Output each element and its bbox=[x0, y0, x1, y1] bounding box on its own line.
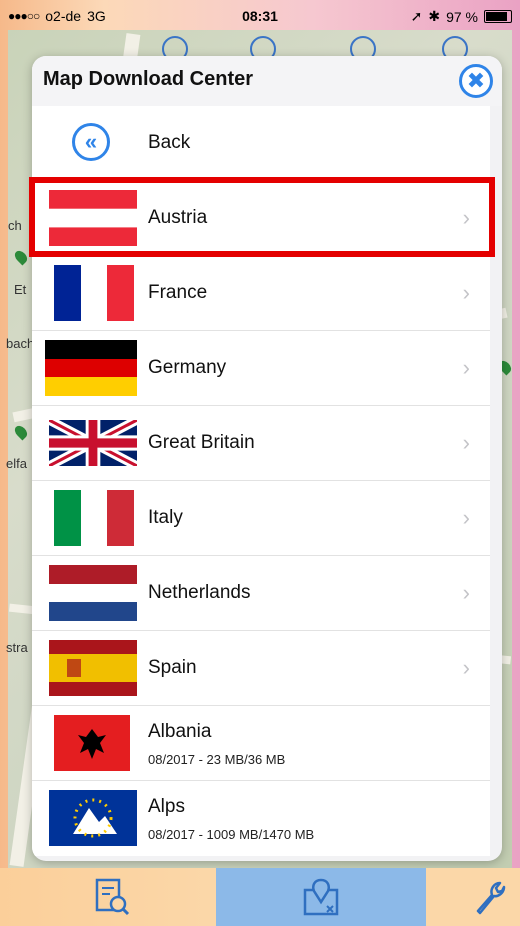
close-button[interactable]: ✖ bbox=[459, 64, 493, 98]
map-label: bach bbox=[6, 336, 35, 351]
albania-flag bbox=[54, 715, 130, 771]
list-item-details: 08/2017 - 23 MB/36 MB bbox=[148, 752, 286, 767]
map-label: Et bbox=[14, 282, 27, 297]
bottom-toolbar bbox=[0, 868, 520, 926]
search-document-button[interactable] bbox=[56, 868, 166, 926]
list-item-albania[interactable]: Albania 08/2017 - 23 MB/36 MB bbox=[32, 706, 490, 781]
map-download-center-dialog: Map Download Center ✖ « Back Austria › F… bbox=[32, 56, 502, 861]
chevron-right-icon: › bbox=[462, 580, 470, 605]
dialog-title: Map Download Center bbox=[43, 68, 254, 90]
chevron-right-icon: › bbox=[462, 430, 470, 455]
list-item-austria[interactable]: Austria › bbox=[32, 181, 490, 256]
list-item-details: 08/2017 - 1009 MB/1470 MB bbox=[148, 827, 315, 842]
list-item-label: Germany bbox=[148, 357, 227, 378]
search-document-icon bbox=[95, 878, 130, 916]
list-item-label: Alps bbox=[148, 796, 185, 817]
list-item-label: Italy bbox=[148, 507, 183, 528]
list-item-france[interactable]: France › bbox=[32, 256, 490, 331]
france-flag bbox=[54, 265, 134, 321]
list-item-label: Austria bbox=[148, 207, 208, 228]
alps-flag bbox=[49, 790, 137, 846]
location-arrow-icon: ➚ bbox=[410, 8, 423, 24]
list-item-label: Spain bbox=[148, 657, 197, 678]
map-pin-icon[interactable] bbox=[12, 423, 30, 441]
chevron-right-icon: › bbox=[462, 505, 470, 530]
chevron-right-icon: › bbox=[462, 280, 470, 305]
close-icon: ✖ bbox=[466, 68, 486, 93]
chevron-right-icon: › bbox=[462, 355, 470, 380]
list-item-italy[interactable]: Italy › bbox=[32, 481, 490, 556]
country-list: « Back Austria › France › Germany › Grea… bbox=[32, 106, 490, 856]
list-item-alps[interactable]: Alps 08/2017 - 1009 MB/1470 MB bbox=[32, 781, 490, 856]
battery-percent: 97 % bbox=[446, 8, 478, 25]
great-britain-flag bbox=[49, 420, 137, 466]
netherlands-flag bbox=[49, 565, 137, 621]
list-item-label: Great Britain bbox=[148, 432, 255, 453]
list-item-label: Netherlands bbox=[148, 582, 251, 603]
list-item-germany[interactable]: Germany › bbox=[32, 331, 490, 406]
list-item-label: France bbox=[148, 282, 208, 303]
bluetooth-icon: ✱ bbox=[428, 8, 441, 24]
spain-flag bbox=[49, 640, 137, 696]
list-item-netherlands[interactable]: Netherlands › bbox=[32, 556, 490, 631]
map-download-button[interactable] bbox=[216, 868, 426, 926]
chevron-right-icon: › bbox=[462, 205, 470, 230]
back-label: Back bbox=[148, 132, 191, 153]
back-arrows-icon: « bbox=[72, 123, 110, 161]
map-pin-icon[interactable] bbox=[12, 248, 30, 266]
italy-flag bbox=[54, 490, 134, 546]
list-item-great-britain[interactable]: Great Britain › bbox=[32, 406, 490, 481]
map-label: ch bbox=[8, 218, 22, 233]
map-label: elfa bbox=[6, 456, 27, 471]
chevron-right-icon: › bbox=[462, 655, 470, 680]
austria-flag bbox=[49, 190, 137, 246]
germany-flag bbox=[45, 340, 137, 396]
back-row[interactable]: « Back bbox=[32, 106, 490, 181]
dialog-header: Map Download Center ✖ bbox=[32, 56, 502, 106]
map-download-icon bbox=[303, 878, 339, 916]
wrench-icon bbox=[476, 881, 506, 915]
battery-icon bbox=[484, 10, 512, 23]
list-item-label: Albania bbox=[148, 721, 212, 742]
map-label: stra bbox=[6, 640, 28, 655]
status-bar: ●●●○○ o2-de 3G 08:31 ➚ ✱ 97 % bbox=[0, 0, 520, 30]
settings-button[interactable] bbox=[456, 868, 520, 926]
list-item-spain[interactable]: Spain › bbox=[32, 631, 490, 706]
